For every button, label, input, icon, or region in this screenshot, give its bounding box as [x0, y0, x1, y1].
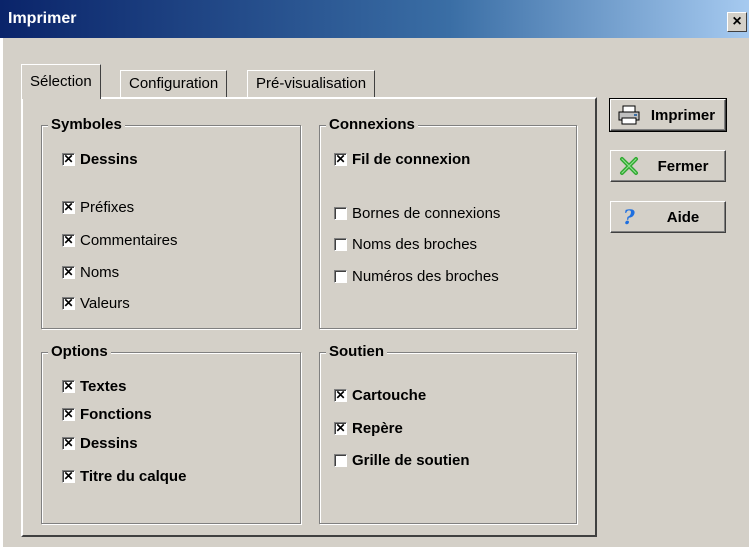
checkbox-box[interactable]: [334, 238, 347, 251]
checkbox-box[interactable]: [334, 207, 347, 220]
checkbox-label: Noms des broches: [352, 236, 478, 253]
checkbox-box[interactable]: ✕: [334, 389, 347, 402]
checkbox-repere[interactable]: ✕ Repère: [334, 420, 403, 437]
checkbox-label: Numéros des broches: [352, 268, 499, 285]
group-title-connexions: Connexions: [326, 116, 418, 133]
help-button-label: Aide: [666, 208, 700, 226]
tab-label: Sélection: [30, 73, 92, 90]
checkbox-box[interactable]: ✕: [62, 153, 75, 166]
group-connexions: Connexions ✕ Fil de connexion Bornes de …: [319, 116, 577, 329]
question-mark-icon: ?: [617, 205, 641, 229]
checkbox-box[interactable]: ✕: [62, 380, 75, 393]
printer-icon: [617, 103, 641, 127]
checkbox-box[interactable]: ✕: [62, 201, 75, 214]
svg-text:?: ?: [623, 206, 635, 228]
checkbox-label: Grille de soutien: [352, 452, 470, 469]
checkbox-label: Bornes de connexions: [352, 205, 501, 222]
tab-label: Pré-visualisation: [256, 75, 367, 92]
checkbox-cartouche[interactable]: ✕ Cartouche: [334, 387, 426, 404]
checkbox-box[interactable]: ✕: [62, 408, 75, 421]
checkbox-label: Cartouche: [352, 387, 427, 404]
checkbox-symboles-dessins[interactable]: ✕ Dessins: [62, 151, 138, 168]
print-button[interactable]: Imprimer: [609, 98, 727, 132]
tab-panel-selection: Symboles ✕ Dessins ✕ Préfixes ✕ Commenta…: [21, 97, 597, 537]
group-title-options: Options: [48, 343, 111, 360]
checkbox-numeros-des-broches[interactable]: Numéros des broches: [334, 268, 499, 285]
checkbox-box[interactable]: ✕: [334, 153, 347, 166]
checkbox-bornes-de-connexions[interactable]: Bornes de connexions: [334, 205, 500, 222]
group-title-symboles: Symboles: [48, 116, 125, 133]
checkbox-label: Préfixes: [80, 199, 135, 216]
checkbox-textes[interactable]: ✕ Textes: [62, 378, 126, 395]
print-button-label: Imprimer: [650, 106, 716, 124]
group-symboles: Symboles ✕ Dessins ✕ Préfixes ✕ Commenta…: [41, 116, 301, 329]
checkbox-label: Fil de connexion: [352, 151, 471, 168]
checkbox-box[interactable]: ✕: [334, 422, 347, 435]
checkbox-noms-des-broches[interactable]: Noms des broches: [334, 236, 477, 253]
group-options: Options ✕ Textes ✕ Fonctions ✕ Dessins ✕…: [41, 343, 301, 524]
checkbox-box[interactable]: ✕: [62, 234, 75, 247]
tab-configuration[interactable]: Configuration: [120, 70, 228, 98]
checkbox-label: Noms: [80, 264, 120, 281]
close-button-label: Fermer: [657, 157, 709, 175]
close-button[interactable]: Fermer: [610, 150, 726, 182]
checkbox-label: Fonctions: [80, 406, 152, 423]
checkbox-box[interactable]: ✕: [62, 437, 75, 450]
checkbox-box[interactable]: ✕: [62, 266, 75, 279]
checkbox-label: Repère: [352, 420, 403, 437]
checkbox-box[interactable]: ✕: [62, 470, 75, 483]
checkbox-label: Valeurs: [80, 295, 130, 312]
checkbox-label: Titre du calque: [80, 468, 187, 485]
green-x-icon: [617, 154, 641, 178]
window-left-edge: [0, 38, 3, 547]
checkbox-box[interactable]: ✕: [62, 297, 75, 310]
checkbox-label: Commentaires: [80, 232, 178, 249]
checkbox-grille-de-soutien[interactable]: Grille de soutien: [334, 452, 470, 469]
checkbox-options-dessins[interactable]: ✕ Dessins: [62, 435, 138, 452]
tab-label: Configuration: [129, 75, 219, 92]
checkbox-noms[interactable]: ✕ Noms: [62, 264, 119, 281]
checkbox-titre-du-calque[interactable]: ✕ Titre du calque: [62, 468, 186, 485]
checkbox-label: Dessins: [80, 435, 138, 452]
checkbox-box[interactable]: [334, 454, 347, 467]
checkbox-box[interactable]: [334, 270, 347, 283]
checkbox-label: Textes: [80, 378, 127, 395]
checkbox-commentaires[interactable]: ✕ Commentaires: [62, 232, 178, 249]
checkbox-valeurs[interactable]: ✕ Valeurs: [62, 295, 130, 312]
tab-selection[interactable]: Sélection: [21, 64, 101, 99]
checkbox-prefixes[interactable]: ✕ Préfixes: [62, 199, 134, 216]
checkbox-fonctions[interactable]: ✕ Fonctions: [62, 406, 152, 423]
checkbox-fil-de-connexion[interactable]: ✕ Fil de connexion: [334, 151, 470, 168]
checkbox-label: Dessins: [80, 151, 138, 168]
help-button[interactable]: ? Aide: [610, 201, 726, 233]
window-close-button[interactable]: ×: [727, 12, 747, 32]
tab-previsualisation[interactable]: Pré-visualisation: [247, 70, 376, 98]
group-title-soutien: Soutien: [326, 343, 387, 360]
group-soutien: Soutien ✕ Cartouche ✕ Repère Grille de s…: [319, 343, 577, 524]
window-title: Imprimer: [8, 10, 77, 27]
title-bar: Imprimer ×: [0, 0, 749, 38]
